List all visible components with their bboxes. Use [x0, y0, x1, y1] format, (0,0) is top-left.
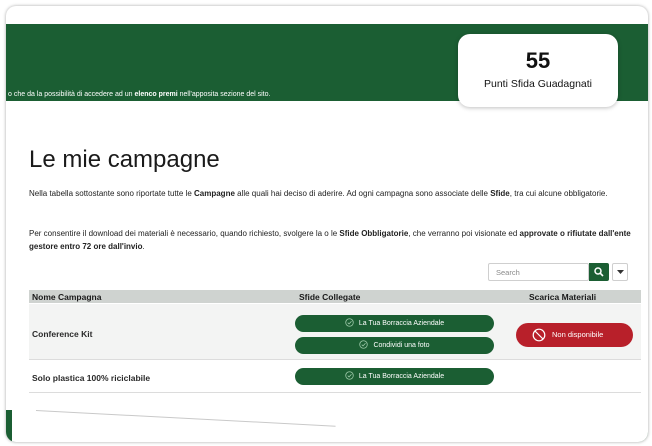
intro-paragraph: Nella tabella sottostante sono riportate… [29, 189, 608, 198]
check-circle-icon [345, 370, 354, 380]
download-info-paragraph: Per consentire il download dei materiali… [29, 229, 631, 251]
prohibited-icon [532, 328, 546, 342]
challenge-button[interactable]: La Tua Borraccia Aziendale [295, 368, 494, 385]
search-icon [594, 267, 604, 277]
page-title: Le mie campagne [29, 146, 220, 173]
table-row: Conference Kit La Tua Borraccia Aziendal… [29, 304, 641, 360]
table-row: Solo plastica 100% riciclabile La Tua Bo… [29, 361, 641, 393]
check-circle-icon [359, 339, 369, 349]
header-download-materials: Scarica Materiali [529, 292, 597, 302]
points-card: 55 Punti Sfida Guadagnati [458, 34, 618, 107]
table-header: Nome Campagna Sfide Collegate Scarica Ma… [29, 290, 641, 303]
points-label: Punti Sfida Guadagnati [484, 78, 592, 90]
chevron-down-icon [617, 270, 624, 274]
download-unavailable-button[interactable]: Non disponibile [516, 323, 633, 347]
prizes-link[interactable]: elenco premi [134, 91, 177, 98]
challenge-button[interactable]: Condividi una foto [295, 337, 494, 354]
search-button[interactable] [589, 263, 609, 281]
check-circle-icon [345, 317, 354, 327]
search-input[interactable]: Search [488, 263, 589, 281]
banner-text: o che da la possibilità di accedere ad u… [8, 91, 271, 98]
header-campaign-name: Nome Campagna [32, 292, 102, 302]
points-value: 55 [525, 48, 551, 73]
campaign-name: Solo plastica 100% riciclabile [32, 373, 151, 383]
challenge-button[interactable]: La Tua Borraccia Aziendale [295, 315, 494, 332]
filter-dropdown-button[interactable] [612, 263, 628, 281]
header-linked-challenges: Sfide Collegate [299, 292, 361, 302]
app-window: o che da la possibilità di accedere ad u… [6, 6, 648, 442]
campaign-name: Conference Kit [32, 329, 93, 339]
